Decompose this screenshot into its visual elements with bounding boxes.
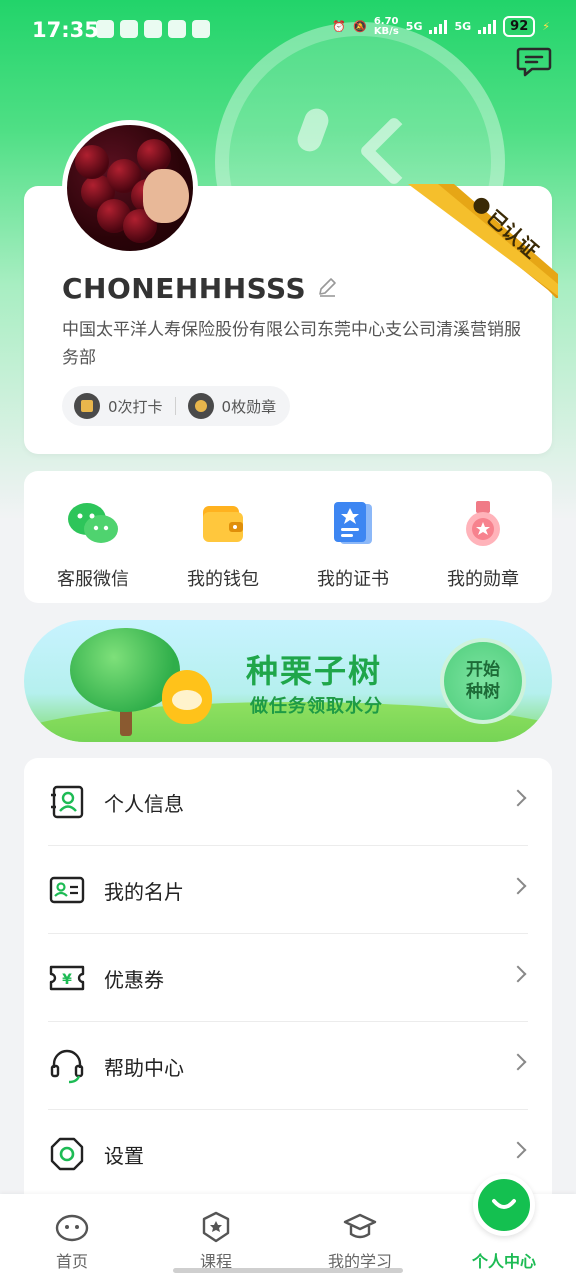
menu-item-settings[interactable]: 设置	[24, 1110, 552, 1198]
checkin-stat[interactable]: 0次打卡	[74, 393, 163, 419]
svg-text:¥: ¥	[62, 972, 72, 988]
medal-icon	[455, 499, 511, 549]
plant-tree-banner[interactable]: 种栗子树 做任务领取水分 开始 种树	[24, 620, 552, 742]
coupon-icon: ¥	[48, 959, 86, 997]
edit-icon[interactable]	[316, 272, 338, 305]
status-time: 17:35	[32, 18, 99, 42]
chevron-right-icon	[509, 1141, 527, 1159]
wallet-icon	[195, 499, 251, 549]
profile-info-icon	[48, 783, 86, 821]
settings-icon	[48, 1135, 86, 1173]
signal-icon	[429, 19, 448, 34]
signal-icon	[478, 19, 497, 34]
message-icon[interactable]	[516, 46, 552, 78]
badge-stat[interactable]: 0枚勋章	[187, 393, 276, 419]
menu-item-coupon[interactable]: ¥ 优惠券	[24, 934, 552, 1022]
home-icon	[55, 1210, 89, 1244]
sim2-label: 5G	[454, 20, 472, 33]
quick-action-wallet[interactable]: 我的钱包	[163, 471, 283, 603]
app-icon	[168, 20, 186, 38]
tab-personal-center[interactable]: 个人中心	[432, 1174, 576, 1280]
chevron-right-icon	[509, 877, 527, 895]
divider	[174, 397, 176, 415]
menu-item-business-card[interactable]: 我的名片	[24, 846, 552, 934]
username-row: CHONEHHHSSS	[62, 272, 338, 305]
battery-indicator: 92	[503, 16, 536, 37]
chevron-right-icon	[509, 1053, 527, 1071]
quick-action-wechat[interactable]: 客服微信	[33, 471, 153, 603]
settings-menu: 个人信息 我的名片 ¥ 优惠券 帮助中心 设置	[24, 758, 552, 1208]
company-name: 中国太平洋人寿保险股份有限公司东莞中心支公司清溪营销服务部	[62, 320, 521, 368]
quick-actions-card: 客服微信 我的钱包 我的证书 我的勋章	[24, 471, 552, 603]
smile-icon	[473, 1174, 535, 1236]
avatar[interactable]	[62, 120, 198, 256]
menu-item-profile-info[interactable]: 个人信息	[24, 758, 552, 846]
wechat-icon	[65, 499, 121, 549]
chevron-right-icon	[509, 789, 527, 807]
chevron-right-icon	[509, 965, 527, 983]
mute-icon: 🔕	[353, 20, 367, 33]
tab-home[interactable]: 首页	[0, 1194, 144, 1280]
app-icon	[144, 20, 162, 38]
study-icon	[343, 1210, 377, 1244]
home-indicator[interactable]	[173, 1268, 403, 1273]
headset-icon	[48, 1047, 86, 1085]
notification-app-icons	[96, 20, 210, 38]
status-indicators: ⏰ 🔕 6.70 KB/s 5G 5G 92 ⚡	[332, 16, 550, 37]
badge-icon	[187, 393, 214, 419]
checkin-icon	[74, 393, 100, 419]
username: CHONEHHHSSS	[62, 272, 307, 305]
charging-icon: ⚡	[542, 20, 550, 33]
alarm-icon: ⏰	[332, 20, 347, 33]
start-planting-button[interactable]: 开始 种树	[440, 638, 526, 724]
app-icon	[120, 20, 138, 38]
quick-action-certificate[interactable]: 我的证书	[293, 471, 413, 603]
sim1-label: 5G	[405, 20, 423, 33]
status-bar: 17:35 ⏰ 🔕 6.70 KB/s 5G 5G 92 ⚡	[0, 0, 576, 60]
stats-pill: 0次打卡 0枚勋章	[62, 386, 291, 426]
mascot-illustration	[162, 670, 212, 724]
net-speed: 6.70 KB/s	[373, 15, 399, 37]
app-icon	[96, 20, 114, 38]
certificate-icon	[325, 499, 381, 549]
menu-item-help-center[interactable]: 帮助中心	[24, 1022, 552, 1110]
business-card-icon	[48, 871, 86, 909]
verified-ribbon: 已认证	[408, 178, 560, 300]
banner-title: 种栗子树	[246, 652, 383, 690]
banner-subtitle: 做任务领取水分	[250, 696, 383, 717]
quick-action-medal[interactable]: 我的勋章	[423, 471, 543, 603]
course-icon	[199, 1210, 233, 1244]
app-icon	[192, 20, 210, 38]
